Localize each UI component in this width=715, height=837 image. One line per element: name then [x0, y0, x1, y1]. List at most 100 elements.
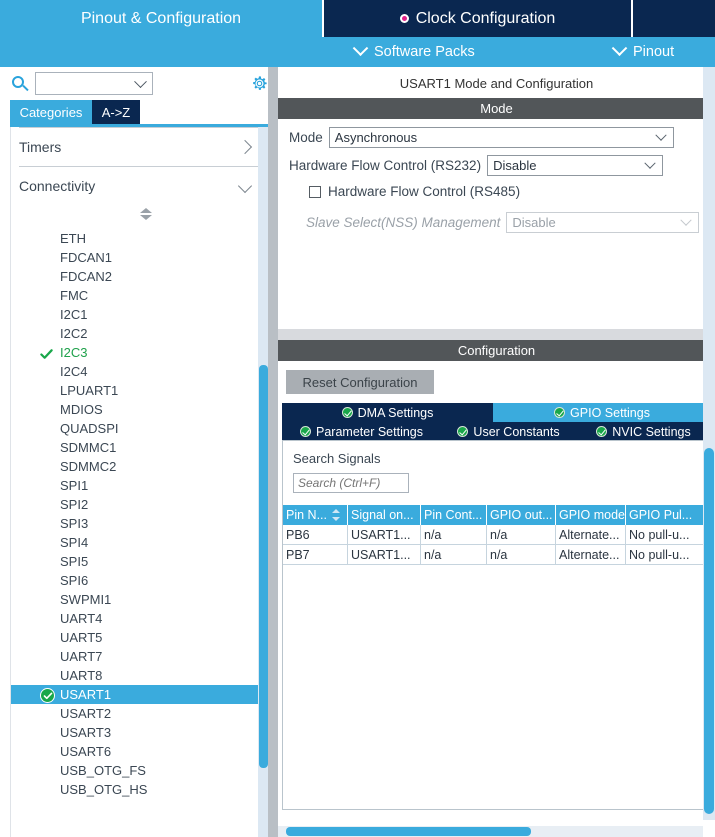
table-cell[interactable]: n/a: [487, 545, 556, 565]
tab-project-manager[interactable]: [633, 0, 715, 37]
peripheral-item-sdmmc1[interactable]: SDMMC1: [11, 438, 259, 457]
search-signals-input[interactable]: [293, 473, 409, 493]
check-circle-icon: [596, 426, 608, 437]
table-cell[interactable]: No pull-u...: [626, 525, 710, 545]
table-column-header[interactable]: Pin Cont...: [421, 505, 487, 525]
table-cell[interactable]: PB6: [283, 525, 348, 545]
right-scrollbar-thumb[interactable]: [704, 448, 714, 814]
group-timers[interactable]: Timers: [19, 127, 260, 166]
reset-configuration-button[interactable]: Reset Configuration: [286, 370, 434, 394]
peripheral-item-spi3[interactable]: SPI3: [11, 514, 259, 533]
panel-splitter[interactable]: [268, 67, 278, 837]
peripheral-item-eth[interactable]: ETH: [11, 229, 259, 248]
hw-flow-rs485-checkbox[interactable]: [309, 185, 321, 198]
peripheral-item-usart6[interactable]: USART6: [11, 742, 259, 761]
sort-arrows-icon[interactable]: [332, 509, 341, 521]
tab-a-to-z[interactable]: A->Z: [92, 100, 140, 124]
peripheral-item-spi4[interactable]: SPI4: [11, 533, 259, 552]
peripheral-item-uart4[interactable]: UART4: [11, 609, 259, 628]
peripheral-item-swpmi1[interactable]: SWPMI1: [11, 590, 259, 609]
table-cell[interactable]: PB7: [283, 545, 348, 565]
tab-clock-configuration[interactable]: Clock Configuration: [322, 0, 633, 37]
field-mode: Mode Asynchronous: [289, 127, 674, 148]
table-column-header[interactable]: GPIO out...: [487, 505, 556, 525]
peripheral-item-i2c1[interactable]: I2C1: [11, 305, 259, 324]
peripheral-item-fdcan2[interactable]: FDCAN2: [11, 267, 259, 286]
gear-icon[interactable]: [250, 74, 269, 93]
peripheral-item-usart2[interactable]: USART2: [11, 704, 259, 723]
splitter-foot: [268, 820, 278, 837]
table-row[interactable]: PB6 USART1... n/a n/a Alternate... No pull-u.…: [283, 525, 710, 545]
table-column-header[interactable]: Signal on...: [348, 505, 421, 525]
field-slave-select-nss-select: Disable: [506, 212, 700, 233]
peripheral-item-quadspi[interactable]: QUADSPI: [11, 419, 259, 438]
peripheral-item-i2c4[interactable]: I2C4: [11, 362, 259, 381]
table-cell[interactable]: n/a: [487, 525, 556, 545]
table-cell[interactable]: n/a: [421, 545, 487, 565]
peripheral-item-mdios[interactable]: MDIOS: [11, 400, 259, 419]
tab-user-constants[interactable]: User Constants: [441, 422, 576, 441]
table-cell[interactable]: USART1...: [348, 525, 421, 545]
table-column-header[interactable]: GPIO Pul...: [626, 505, 710, 525]
peripheral-item-label: ETH: [60, 231, 86, 246]
tab-nvic-settings[interactable]: NVIC Settings: [576, 422, 711, 441]
table-body: PB6 USART1... n/a n/a Alternate... No pull-u.…: [283, 525, 710, 565]
tab-gpio-settings-label: GPIO Settings: [570, 405, 650, 420]
peripheral-item-i2c3[interactable]: I2C3: [11, 343, 259, 362]
check-circle-icon: [457, 426, 469, 437]
peripheral-item-spi6[interactable]: SPI6: [11, 571, 259, 590]
scroll-spinner-icon[interactable]: [11, 206, 259, 224]
peripheral-item-fdcan1[interactable]: FDCAN1: [11, 248, 259, 267]
peripheral-item-uart8[interactable]: UART8: [11, 666, 259, 685]
tab-gpio-settings[interactable]: GPIO Settings: [493, 403, 711, 422]
peripheral-item-lpuart1[interactable]: LPUART1: [11, 381, 259, 400]
table-cell[interactable]: USART1...: [348, 545, 421, 565]
peripheral-item-sdmmc2[interactable]: SDMMC2: [11, 457, 259, 476]
peripheral-search-row: [0, 67, 268, 100]
table-cell[interactable]: Alternate...: [556, 525, 626, 545]
field-hw-flow-rs232-select[interactable]: Disable: [487, 155, 664, 176]
table-column-header-label: GPIO Pul...: [629, 508, 693, 522]
peripheral-item-label: SPI3: [60, 516, 89, 531]
menu-software-packs[interactable]: Software Packs: [352, 37, 475, 67]
peripheral-item-uart5[interactable]: UART5: [11, 628, 259, 647]
left-scrollbar-thumb[interactable]: [259, 365, 268, 768]
group-connectivity[interactable]: Connectivity: [19, 166, 260, 205]
signals-table: Pin N... Signal on... Pin Cont... GPIO out.…: [283, 505, 710, 565]
peripheral-item-usb_otg_hs[interactable]: USB_OTG_HS: [11, 780, 259, 799]
peripheral-item-label: SPI6: [60, 573, 89, 588]
field-mode-select[interactable]: Asynchronous: [328, 127, 674, 148]
peripheral-item-spi1[interactable]: SPI1: [11, 476, 259, 495]
tab-dma-settings[interactable]: DMA Settings: [282, 403, 493, 422]
table-column-header[interactable]: Pin N...: [283, 505, 348, 525]
table-row[interactable]: PB7 USART1... n/a n/a Alternate... No pull-u.…: [283, 545, 710, 565]
peripheral-item-spi2[interactable]: SPI2: [11, 495, 259, 514]
menu-pinout[interactable]: Pinout: [611, 37, 674, 67]
table-cell[interactable]: No pull-u...: [626, 545, 710, 565]
horizontal-scrollbar-thumb[interactable]: [286, 827, 531, 836]
peripheral-search-combo[interactable]: [35, 72, 153, 95]
table-cell[interactable]: n/a: [421, 525, 487, 545]
search-icon: [12, 76, 29, 93]
table-column-header[interactable]: GPIO mode: [556, 505, 626, 525]
gpio-settings-panel: Search Signals Pin N... Signal on... Pin C…: [282, 440, 711, 810]
configuration-section-body: Reset Configuration DMA Settings GPIO Se…: [278, 361, 715, 837]
configuration-tab-strip: DMA Settings GPIO Settings Parameter Set…: [282, 403, 711, 441]
peripheral-item-usart3[interactable]: USART3: [11, 723, 259, 742]
table-column-header-label: Signal on...: [351, 508, 414, 522]
peripheral-item-usart1[interactable]: USART1: [11, 685, 259, 704]
tab-categories[interactable]: Categories: [10, 100, 92, 124]
tab-pinout-and-configuration[interactable]: Pinout & Configuration: [0, 0, 322, 37]
peripheral-item-fmc[interactable]: FMC: [11, 286, 259, 305]
peripheral-item-spi5[interactable]: SPI5: [11, 552, 259, 571]
peripheral-item-usb_otg_fs[interactable]: USB_OTG_FS: [11, 761, 259, 780]
table-column-header-label: GPIO mode: [559, 508, 625, 522]
tab-parameter-settings[interactable]: Parameter Settings: [282, 422, 441, 441]
table-header-row: Pin N... Signal on... Pin Cont... GPIO out.…: [283, 505, 710, 525]
peripheral-item-i2c2[interactable]: I2C2: [11, 324, 259, 343]
peripheral-item-uart7[interactable]: UART7: [11, 647, 259, 666]
field-hw-flow-rs485[interactable]: Hardware Flow Control (RS485): [309, 184, 520, 199]
table-column-header-label: Pin N...: [286, 508, 327, 522]
table-cell[interactable]: Alternate...: [556, 545, 626, 565]
page-title: USART1 Mode and Configuration: [278, 73, 715, 95]
